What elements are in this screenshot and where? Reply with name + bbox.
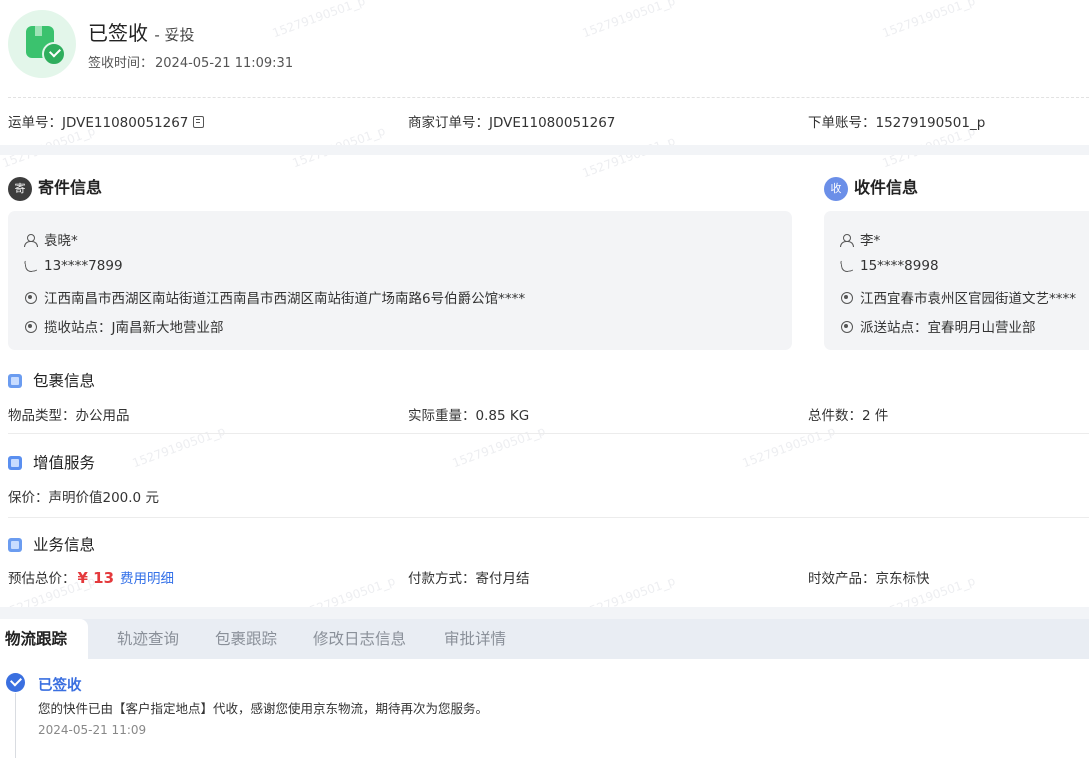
timeline-description: 您的快件已由【客户指定地点】代收，感谢您使用京东物流，期待再次为您服务。 [38,701,489,716]
location-icon [24,292,37,304]
receiver-address: 江西宜春市袁州区官园街道文艺**** [840,287,1076,307]
merchant-order-number: 商家订单号：JDVE11080051267 [408,111,615,131]
receiver-title-text: 收件信息 [854,178,919,197]
value-added-icon [8,456,22,470]
sender-station-text: 揽收站点：J南昌新大地营业部 [44,320,224,336]
sender-phone: 13****7899 [24,258,123,274]
divider [8,97,1089,98]
user-icon [840,234,854,247]
phone-icon [24,259,36,271]
order-account-value: 15279190501_p [875,115,986,131]
timeline-time: 2024-05-21 11:09 [38,723,147,737]
location-icon [840,321,853,333]
business-row: 预估总价： ¥ 13 费用明细 付款方式：寄付月结 时效产品：京东标快 [0,567,1089,587]
divider [8,433,1089,434]
status-header: 已签收 - 妥投 签收时间： 2024-05-21 11:09:31 [0,0,1089,98]
location-icon [840,292,853,304]
business-icon [8,538,22,552]
sender-address-text: 江西南昌市西湖区南站街道江西南昌市西湖区南站街道广场南路6号伯爵公馆**** [44,291,526,307]
package-title-text: 包裹信息 [33,372,96,390]
merchant-order-value: JDVE11080051267 [489,115,616,131]
check-circle-icon [6,673,25,692]
price-value: ¥ 13 [77,569,115,587]
sender-station: 揽收站点：J南昌新大地营业部 [24,316,223,336]
fee-details-link[interactable]: 费用明细 [120,571,174,587]
estimated-price: 预估总价： ¥ 13 费用明细 [8,567,174,587]
order-account-label: 下单账号： [808,115,876,131]
item-type: 物品类型：办公用品 [8,408,130,424]
receiver-station-text: 派送站点：宜春明月山营业部 [860,320,1036,336]
receiver-badge-icon: 收 [824,176,848,201]
waybill-value: JDVE11080051267 [62,115,189,131]
status-text: 已签收 [88,21,148,45]
sign-time: 签收时间： 2024-05-21 11:09:31 [88,52,293,71]
waybill-number: 运单号：JDVE11080051267 [8,111,205,131]
sender-badge-icon: 寄 [8,176,32,201]
status-title: 已签收 - 妥投 [88,17,195,46]
id-row: 运单号：JDVE11080051267 商家订单号：JDVE1108005126… [0,111,1089,131]
tab-track-query[interactable]: 轨迹查询 [117,619,179,659]
sender-address: 江西南昌市西湖区南站街道江西南昌市西湖区南站街道广场南路6号伯爵公馆**** [24,287,525,307]
copy-icon[interactable] [193,116,205,128]
merchant-order-label: 商家订单号： [408,115,489,131]
timeline-line [15,693,16,758]
tab-bar: 物流跟踪 轨迹查询 包裹跟踪 修改日志信息 审批详情 [0,619,1089,659]
package-row: 物品类型：办公用品 实际重量：0.85 KG 总件数：2 件 [0,404,1089,424]
receiver-name: 李* [840,229,880,249]
order-account: 下单账号：15279190501_p [808,111,985,131]
section-separator [0,145,1089,155]
timeline-status: 已签收 [38,678,82,694]
payment-method: 付款方式：寄付月结 [408,571,530,587]
watermark: 15279190501_p [740,423,838,471]
tab-package-tracking[interactable]: 包裹跟踪 [215,619,277,659]
section-separator [0,607,1089,619]
sender-name: 袁晓* [24,229,78,249]
receiver-phone-text: 15****8998 [860,258,939,274]
sender-title-text: 寄件信息 [38,178,103,197]
estimated-price-label: 预估总价： [8,571,76,587]
business-section-title: 业务信息 [8,533,95,555]
user-icon [24,234,38,247]
package-icon [8,374,22,388]
sender-title: 寄寄件信息 [8,174,102,201]
divider [8,517,1089,518]
sender-phone-text: 13****7899 [44,258,123,274]
tab-modification-log[interactable]: 修改日志信息 [313,619,406,659]
receiver-card: 李* 15****8998 江西宜春市袁州区官园街道文艺**** 派送站点：宜春… [824,211,1089,350]
receiver-name-text: 李* [860,233,881,249]
tab-logistics-tracking[interactable]: 物流跟踪 [0,619,88,659]
business-title-text: 业务信息 [33,536,96,554]
sender-card: 袁晓* 13****7899 江西南昌市西湖区南站街道江西南昌市西湖区南站街道广… [8,211,792,350]
sign-time-label: 签收时间： [88,56,154,71]
tab-approval-details[interactable]: 审批详情 [444,619,506,659]
watermark: 15279190501_p [580,133,678,181]
value-added-section-title: 增值服务 [8,451,95,473]
piece-count: 总件数：2 件 [808,408,889,424]
delivered-package-icon [8,10,76,78]
phone-icon [840,259,852,271]
waybill-label: 运单号： [8,115,62,131]
receiver-station: 派送站点：宜春明月山营业部 [840,316,1036,336]
receiver-address-text: 江西宜春市袁州区官园街道文艺**** [860,291,1076,307]
receiver-phone: 15****8998 [840,258,939,274]
status-subtext: - 妥投 [154,26,195,44]
watermark: 15279190501_p [450,423,548,471]
value-added-title-text: 增值服务 [33,454,96,472]
sign-time-value: 2024-05-21 11:09:31 [155,56,294,71]
package-section-title: 包裹信息 [8,369,95,391]
value-added-row: 保价：声明价值200.0 元 [0,486,1089,506]
sender-name-text: 袁晓* [44,233,78,249]
location-icon [24,321,37,333]
receiver-title: 收收件信息 [824,174,918,201]
service-product: 时效产品：京东标快 [808,571,930,587]
watermark: 15279190501_p [130,423,228,471]
actual-weight: 实际重量：0.85 KG [408,408,530,424]
insured-value: 保价：声明价值200.0 元 [8,490,159,506]
